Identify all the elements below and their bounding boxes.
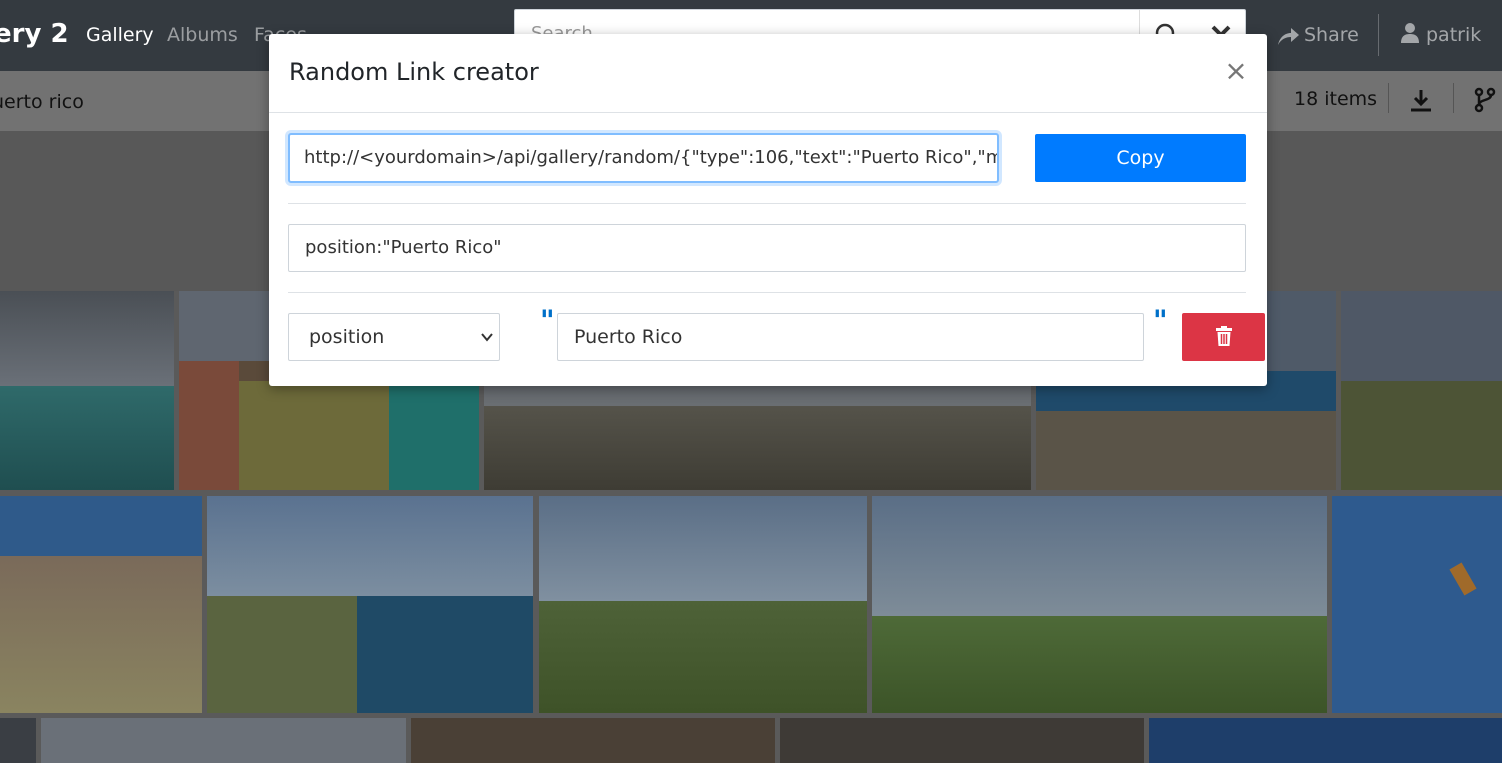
delete-condition-button[interactable] <box>1182 313 1265 361</box>
modal-title: Random Link creator <box>289 58 539 86</box>
share-button[interactable]: Share <box>1304 24 1359 46</box>
value-text-field[interactable]: Puerto Rico <box>557 313 1144 361</box>
random-link-modal: Random Link creator × http://<yourdomain… <box>269 34 1267 386</box>
nav-link-albums[interactable]: Albums <box>167 24 238 46</box>
query-text-field[interactable]: position:"Puerto Rico" <box>288 224 1246 272</box>
app-brand[interactable]: ery 2 <box>0 19 69 49</box>
nav-link-gallery[interactable]: Gallery <box>86 24 154 46</box>
nav-divider <box>1378 14 1379 56</box>
copy-button[interactable]: Copy <box>1035 134 1246 182</box>
share-icon[interactable] <box>1276 25 1300 47</box>
open-quote: " <box>540 304 555 337</box>
modal-close-button[interactable]: × <box>1222 57 1250 86</box>
user-menu[interactable]: patrik <box>1426 24 1481 46</box>
section-divider <box>288 292 1246 293</box>
user-icon <box>1401 23 1419 43</box>
close-quote: " <box>1153 304 1168 337</box>
trash-icon <box>1215 325 1232 346</box>
section-divider <box>288 203 1246 204</box>
random-link-url-field[interactable]: http://<yourdomain>/api/gallery/random/{… <box>288 133 999 183</box>
field-type-select[interactable]: position <box>288 313 500 361</box>
chevron-down-icon <box>481 333 493 342</box>
field-type-selected: position <box>309 326 385 348</box>
modal-header: Random Link creator × <box>269 34 1267 113</box>
